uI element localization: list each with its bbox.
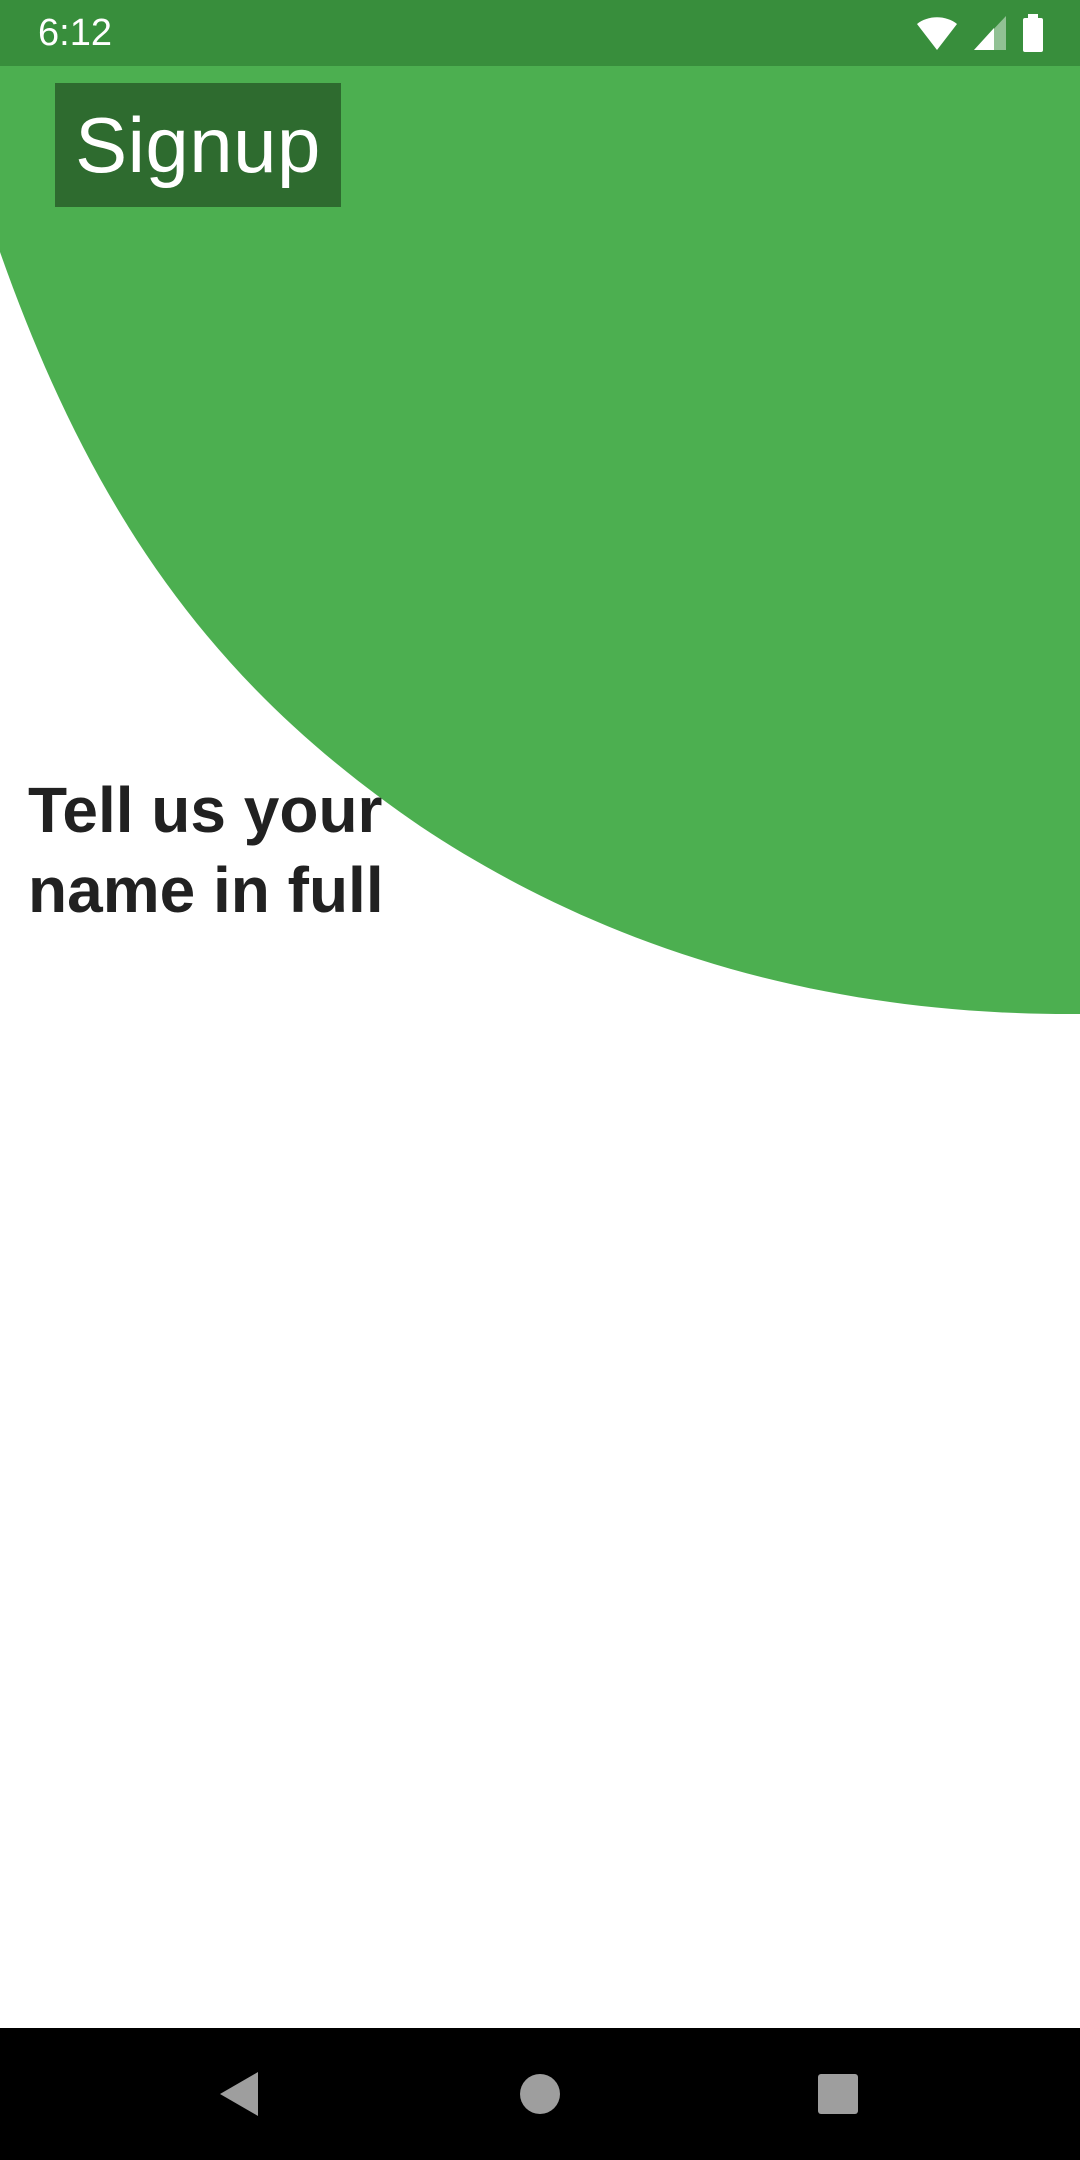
signup-screen: 6:12 Signup Tell us your name in full — [0, 0, 1080, 2160]
home-icon — [520, 2074, 560, 2114]
back-button[interactable] — [200, 2054, 280, 2134]
status-icons — [916, 14, 1044, 52]
page-title-box: Signup — [55, 83, 341, 207]
status-time: 6:12 — [38, 12, 112, 54]
navigation-bar — [0, 2028, 1080, 2160]
page-title: Signup — [75, 101, 321, 189]
home-button[interactable] — [500, 2054, 580, 2134]
status-bar: 6:12 — [0, 0, 1080, 66]
cell-signal-icon — [972, 14, 1008, 52]
battery-icon — [1022, 14, 1044, 52]
name-prompt: Tell us your name in full — [28, 774, 384, 926]
wifi-icon — [916, 14, 958, 52]
recents-button[interactable] — [798, 2054, 878, 2134]
back-icon — [220, 2072, 258, 2116]
recents-icon — [818, 2074, 858, 2114]
